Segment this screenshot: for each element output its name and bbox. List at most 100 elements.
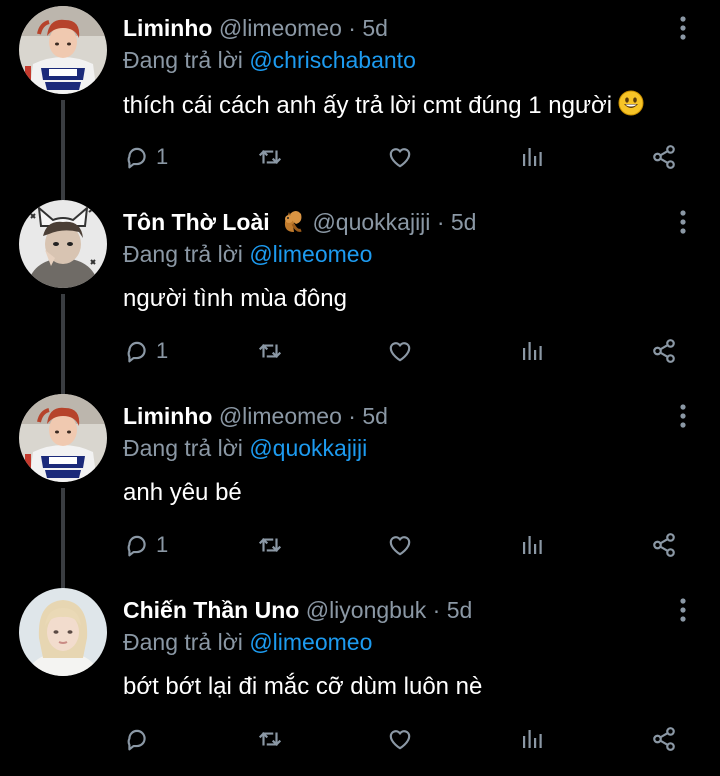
tweet-text: bớt bớt lại đi mắc cỡ dùm luôn nè (123, 672, 482, 702)
like-button[interactable] (387, 528, 413, 562)
timestamp[interactable]: 5d (362, 15, 388, 41)
timestamp[interactable]: 5d (362, 403, 388, 429)
share-icon (651, 726, 677, 752)
reply-tweet[interactable]: Liminho @limeomeo · 5d Đang trả lời @quo… (0, 388, 720, 582)
photo-avatar-racer (19, 394, 107, 482)
reply-button[interactable]: 1 (124, 334, 168, 368)
replying-prefix: Đang trả lời (123, 47, 243, 73)
tweet-text-content: thích cái cách anh ấy trả lời cmt đúng 1… (123, 92, 613, 119)
replying-to: Đang trả lời @quokkajiji (123, 434, 367, 462)
stats-icon (520, 533, 544, 557)
reply-count: 1 (156, 338, 169, 363)
display-name[interactable]: Tôn Thờ Loài (123, 209, 270, 235)
retweet-button[interactable] (257, 140, 283, 174)
tweet-text-content: người tình mùa đông (123, 285, 347, 312)
replying-to: Đang trả lời @chrischabanto (123, 46, 416, 74)
more-options-icon[interactable] (676, 402, 690, 430)
replying-prefix: Đang trả lời (123, 629, 243, 655)
separator-dot: · (436, 209, 445, 235)
reply-count: 1 (156, 144, 169, 169)
reply-to-mention[interactable]: @chrischabanto (249, 47, 416, 73)
grinning-face-emoji (618, 90, 644, 116)
heart-icon (387, 726, 413, 752)
display-name[interactable]: Chiến Thần Uno (123, 597, 299, 623)
share-button[interactable] (651, 722, 677, 756)
user-handle[interactable]: @quokkajiji (312, 209, 430, 235)
reply-icon (124, 338, 150, 364)
more-options-icon[interactable] (676, 208, 690, 236)
share-button[interactable] (651, 140, 677, 174)
views-button[interactable] (520, 528, 544, 562)
heart-icon (387, 532, 413, 558)
retweet-button[interactable] (257, 334, 283, 368)
views-button[interactable] (520, 140, 544, 174)
avatar[interactable] (19, 394, 107, 482)
like-button[interactable] (387, 140, 413, 174)
heart-icon (387, 144, 413, 170)
like-button[interactable] (387, 722, 413, 756)
user-handle[interactable]: @limeomeo (219, 403, 342, 429)
reply-to-mention[interactable]: @limeomeo (249, 241, 372, 267)
reply-tweet[interactable]: Liminho @limeomeo · 5d Đang trả lời @chr… (0, 0, 720, 194)
avatar[interactable] (19, 588, 107, 676)
avatar[interactable] (19, 6, 107, 94)
replying-to: Đang trả lời @limeomeo (123, 240, 372, 268)
views-button[interactable] (520, 334, 544, 368)
reply-to-mention[interactable]: @limeomeo (249, 629, 372, 655)
retweet-icon (257, 144, 283, 170)
retweet-button[interactable] (257, 722, 283, 756)
share-button[interactable] (651, 528, 677, 562)
reply-button[interactable]: 1 (124, 528, 168, 562)
tweet-text: anh yêu bé (123, 478, 242, 508)
tweet-text-content: bớt bớt lại đi mắc cỡ dùm luôn nè (123, 673, 483, 700)
squirrel-emoji (284, 211, 302, 232)
tweet-actions: 1 (0, 334, 720, 368)
tweet-actions: 1 (0, 140, 720, 174)
stats-icon (520, 339, 544, 363)
separator-dot: · (432, 597, 441, 623)
share-button[interactable] (651, 334, 677, 368)
retweet-icon (257, 338, 283, 364)
reply-tweet[interactable]: Chiến Thần Uno @liyongbuk · 5d Đang trả … (0, 582, 720, 776)
replying-to: Đang trả lời @limeomeo (123, 628, 372, 656)
replying-prefix: Đang trả lời (123, 435, 243, 461)
photo-avatar-blonde (19, 588, 107, 676)
retweet-icon (257, 532, 283, 558)
like-button[interactable] (387, 334, 413, 368)
tweet-text: thích cái cách anh ấy trả lời cmt đúng 1… (123, 90, 644, 121)
tweet-text-content: anh yêu bé (123, 479, 242, 506)
display-name[interactable]: Liminho (123, 15, 212, 41)
photo-avatar-racer (19, 6, 107, 94)
user-handle[interactable]: @liyongbuk (306, 597, 427, 623)
heart-icon (387, 338, 413, 364)
share-icon (651, 338, 677, 364)
replying-prefix: Đang trả lời (123, 241, 243, 267)
timestamp[interactable]: 5d (451, 209, 477, 235)
reply-count: 1 (156, 532, 169, 557)
timestamp[interactable]: 5d (447, 597, 473, 623)
user-handle[interactable]: @limeomeo (219, 15, 342, 41)
tweet-actions (0, 722, 720, 756)
retweet-button[interactable] (257, 528, 283, 562)
display-name[interactable]: Liminho (123, 403, 212, 429)
separator-dot: · (348, 403, 356, 429)
views-button[interactable] (520, 722, 544, 756)
avatar[interactable] (19, 200, 107, 288)
tweet-header: Tôn Thờ Loài @quokkajiji · 5d (123, 208, 476, 236)
share-icon (651, 532, 677, 558)
reply-to-mention[interactable]: @quokkajiji (249, 435, 367, 461)
stats-icon (520, 145, 544, 169)
retweet-icon (257, 726, 283, 752)
share-icon (651, 144, 677, 170)
more-options-icon[interactable] (676, 596, 690, 624)
reply-button[interactable] (124, 722, 156, 756)
tweet-header: Liminho @limeomeo · 5d (123, 14, 388, 42)
reply-icon (124, 726, 150, 752)
reply-tweet[interactable]: Tôn Thờ Loài @quokkajiji · 5d Đang trả l… (0, 194, 720, 388)
photo-avatar-sketch (19, 200, 107, 288)
tweet-actions: 1 (0, 528, 720, 562)
more-options-icon[interactable] (676, 14, 690, 42)
tweet-header: Chiến Thần Uno @liyongbuk · 5d (123, 596, 472, 624)
reply-button[interactable]: 1 (124, 140, 168, 174)
reply-icon (124, 532, 150, 558)
